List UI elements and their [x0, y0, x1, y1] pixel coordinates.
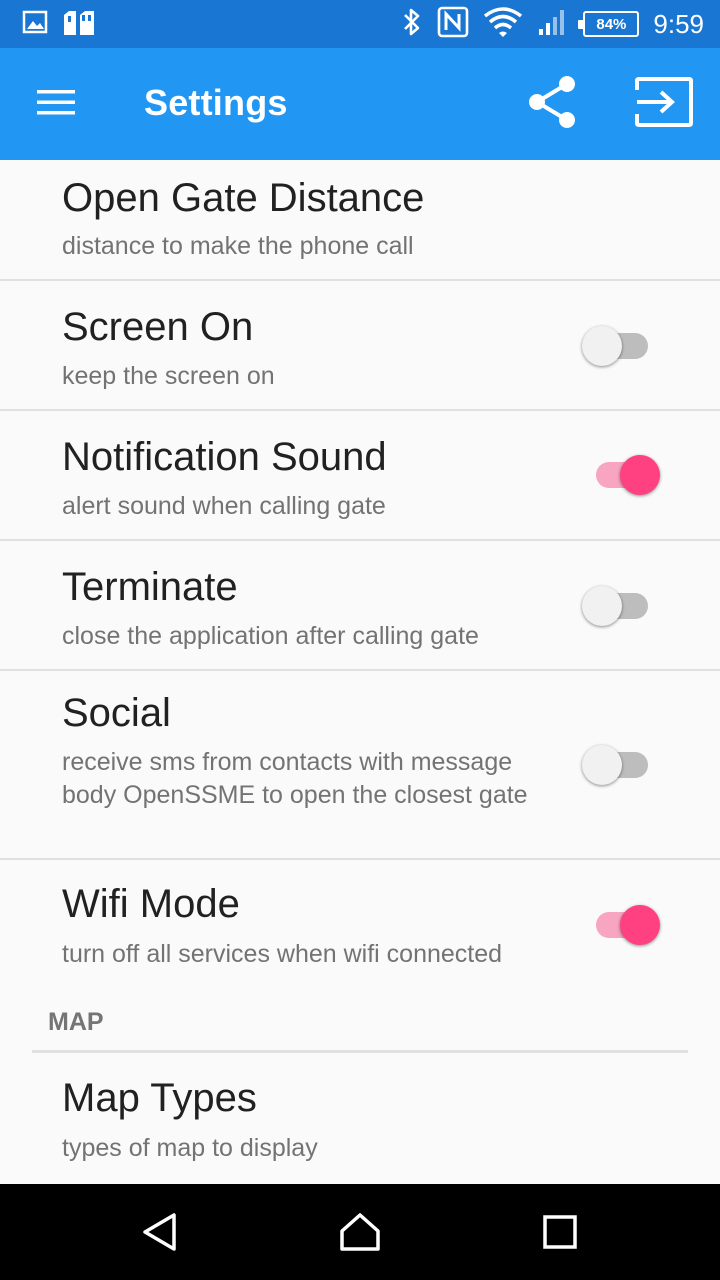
- pref-title: Notification Sound: [62, 435, 387, 479]
- pref-title: Map Types: [62, 1076, 257, 1120]
- social-switch[interactable]: [582, 743, 664, 787]
- signal-icon: [537, 7, 569, 41]
- wifi-mode-switch[interactable]: [582, 903, 664, 947]
- wifi-icon: [483, 6, 523, 42]
- switch-thumb: [582, 586, 622, 626]
- exit-button[interactable]: [626, 72, 702, 136]
- switch-thumb: [582, 326, 622, 366]
- navigation-bar: [0, 1184, 720, 1280]
- category-header-map: MAP: [48, 1008, 104, 1036]
- switch-thumb: [582, 745, 622, 785]
- share-button[interactable]: [520, 74, 584, 134]
- pref-title: Open Gate Distance: [62, 176, 425, 220]
- pref-notification-sound[interactable]: Notification Sound alert sound when call…: [0, 411, 720, 541]
- pref-screen-on[interactable]: Screen On keep the screen on: [0, 281, 720, 411]
- pref-summary: turn off all services when wifi connecte…: [62, 940, 503, 968]
- menu-icon: [37, 88, 75, 120]
- battery-icon: 84%: [578, 11, 640, 37]
- pref-title: Social: [62, 691, 171, 735]
- recent-apps-button[interactable]: [528, 1202, 592, 1266]
- pref-summary: distance to make the phone call: [62, 232, 414, 260]
- category-divider: [32, 1050, 688, 1053]
- pref-map-types[interactable]: Map Types types of map to display: [0, 1054, 720, 1184]
- menu-button[interactable]: [28, 80, 84, 128]
- share-icon: [526, 74, 578, 134]
- back-icon: [140, 1211, 180, 1257]
- back-button[interactable]: [128, 1202, 192, 1266]
- bluetooth-icon: [401, 7, 423, 41]
- pref-title: Wifi Mode: [62, 882, 240, 926]
- exit-icon: [633, 76, 695, 132]
- page-title: Settings: [144, 82, 288, 123]
- pref-summary: receive sms from contacts with message b…: [62, 748, 528, 809]
- pref-summary: types of map to display: [62, 1134, 318, 1162]
- nfc-icon: [437, 6, 469, 42]
- switch-thumb: [620, 455, 660, 495]
- pref-summary: close the application after calling gate: [62, 622, 479, 650]
- status-bar: 84% 9:59: [0, 0, 720, 48]
- pref-wifi-mode[interactable]: Wifi Mode turn off all services when wif…: [0, 860, 720, 990]
- notification-sound-switch[interactable]: [582, 453, 664, 497]
- pref-title: Screen On: [62, 305, 254, 349]
- app-bar: Settings: [0, 48, 720, 160]
- pref-title: Terminate: [62, 565, 238, 609]
- storage-card-icon: [62, 9, 96, 41]
- pref-summary: alert sound when calling gate: [62, 492, 386, 520]
- terminate-switch[interactable]: [582, 584, 664, 628]
- home-button[interactable]: [328, 1202, 392, 1266]
- switch-thumb: [620, 905, 660, 945]
- pref-summary: keep the screen on: [62, 362, 275, 390]
- pref-terminate[interactable]: Terminate close the application after ca…: [0, 541, 720, 671]
- clock: 9:59: [653, 8, 704, 39]
- screen-on-switch[interactable]: [582, 324, 664, 368]
- pref-open-gate-distance[interactable]: Open Gate Distance distance to make the …: [0, 160, 720, 281]
- pref-social[interactable]: Social receive sms from contacts with me…: [0, 671, 720, 860]
- recent-apps-icon: [542, 1214, 578, 1254]
- home-icon: [338, 1211, 382, 1257]
- gallery-icon: [22, 9, 48, 41]
